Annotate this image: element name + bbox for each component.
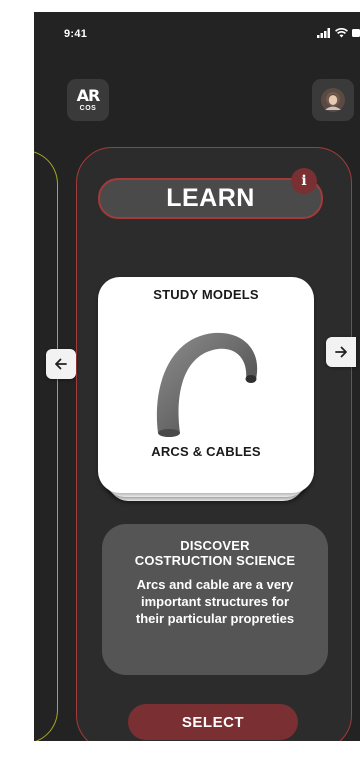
previous-card-edge[interactable] bbox=[34, 150, 58, 741]
app-logo-button[interactable]: AR COS bbox=[67, 79, 109, 121]
card-heading: LEARN bbox=[98, 178, 323, 219]
model-card-name: ARCS & CABLES bbox=[151, 444, 261, 459]
signal-icon bbox=[317, 28, 330, 38]
info-icon[interactable]: i bbox=[291, 168, 317, 194]
app-screen: 9:41 AR COS LEARN i STUDY MODELS ARCS & … bbox=[34, 12, 360, 741]
arrow-right-icon bbox=[335, 346, 347, 358]
logo-subtext: COS bbox=[79, 105, 97, 112]
logo-text: AR bbox=[76, 86, 101, 105]
description-panel: DISCOVER COSTRUCTION SCIENCE Arcs and ca… bbox=[102, 524, 328, 675]
description-title-line1: DISCOVER bbox=[180, 538, 250, 553]
description-title-line2: COSTRUCTION SCIENCE bbox=[134, 553, 296, 568]
user-avatar-icon bbox=[321, 88, 345, 112]
status-time: 9:41 bbox=[64, 28, 88, 40]
previous-button[interactable] bbox=[46, 349, 76, 379]
description-body: Arcs and cable are a very important stru… bbox=[135, 577, 295, 626]
arrow-left-icon bbox=[55, 358, 67, 370]
description-title: DISCOVER COSTRUCTION SCIENCE bbox=[102, 538, 328, 568]
learn-card: LEARN i STUDY MODELS ARCS & CABLES DISCO… bbox=[76, 147, 352, 741]
profile-button[interactable] bbox=[312, 79, 354, 121]
info-label: i bbox=[301, 173, 307, 189]
battery-icon bbox=[352, 29, 360, 37]
select-button[interactable]: SELECT bbox=[128, 704, 298, 740]
model-card-title: STUDY MODELS bbox=[153, 287, 259, 302]
wifi-icon bbox=[335, 28, 348, 38]
status-icons bbox=[317, 26, 360, 40]
next-button[interactable] bbox=[326, 337, 356, 367]
study-model-card[interactable]: STUDY MODELS ARCS & CABLES bbox=[98, 277, 314, 493]
arch-model-image bbox=[156, 332, 258, 437]
